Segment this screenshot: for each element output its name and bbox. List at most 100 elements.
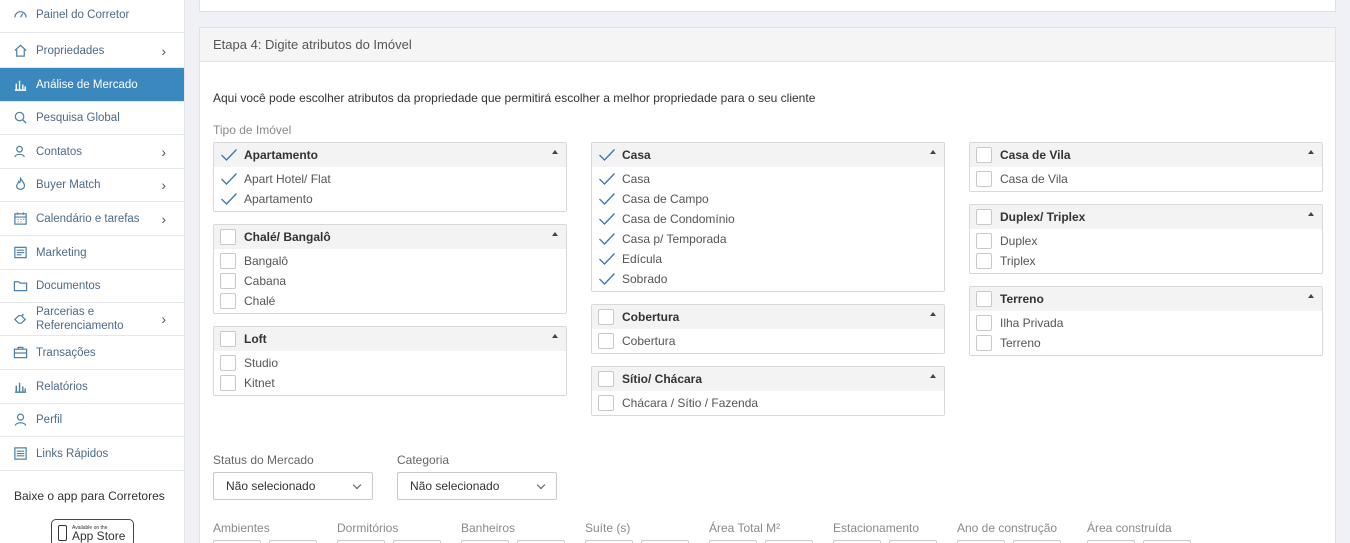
checkmark-icon[interactable] bbox=[598, 211, 616, 227]
option-label: Ilha Privada bbox=[1000, 316, 1064, 330]
sidebar-item-pesquisa-global[interactable]: Pesquisa Global bbox=[0, 101, 184, 135]
checkbox[interactable] bbox=[976, 315, 992, 331]
checkbox[interactable] bbox=[598, 333, 614, 349]
checkbox[interactable] bbox=[976, 335, 992, 351]
checkbox[interactable] bbox=[976, 147, 992, 163]
sidebar-item-parcerias-e-referenciamento[interactable]: Parcerias e Referenciamento › bbox=[0, 302, 184, 336]
caret-up-icon[interactable] bbox=[930, 312, 936, 316]
checkbox[interactable] bbox=[220, 253, 236, 269]
step-intro: Aqui você pode escolher atributos da pro… bbox=[213, 91, 816, 105]
checkbox[interactable] bbox=[220, 293, 236, 309]
option-item[interactable]: Casa de Campo bbox=[592, 189, 944, 209]
sidebar-item-relatorios[interactable]: Relatórios bbox=[0, 370, 184, 404]
checkbox[interactable] bbox=[220, 355, 236, 371]
checkmark-icon[interactable] bbox=[220, 171, 238, 187]
checkmark-icon[interactable] bbox=[220, 191, 238, 207]
caret-up-icon[interactable] bbox=[1308, 212, 1314, 216]
category-header[interactable]: Duplex/ Triplex bbox=[970, 205, 1322, 229]
sidebar-item-documentos[interactable]: Documentos bbox=[0, 269, 184, 303]
sidebar-item-label: Links Rápidos bbox=[36, 447, 109, 460]
checkbox[interactable] bbox=[976, 171, 992, 187]
option-item[interactable]: Terreno bbox=[970, 333, 1322, 353]
checkbox[interactable] bbox=[976, 291, 992, 307]
option-item[interactable]: Kitnet bbox=[214, 373, 566, 393]
category-header[interactable]: Loft bbox=[214, 327, 566, 351]
option-item[interactable]: Edícula bbox=[592, 249, 944, 269]
checkmark-icon[interactable] bbox=[598, 251, 616, 267]
checkmark-icon[interactable] bbox=[598, 147, 616, 163]
caret-up-icon[interactable] bbox=[930, 374, 936, 378]
caret-up-icon[interactable] bbox=[552, 150, 558, 154]
option-item[interactable]: Casa de Condomínio bbox=[592, 209, 944, 229]
sidebar-item-label: Buyer Match bbox=[36, 178, 101, 191]
option-label: Casa bbox=[622, 172, 651, 186]
checkmark-icon[interactable] bbox=[220, 147, 238, 163]
checkbox[interactable] bbox=[220, 375, 236, 391]
checkbox[interactable] bbox=[220, 229, 236, 245]
option-item[interactable]: Sobrado bbox=[592, 269, 944, 289]
option-item[interactable]: Ilha Privada bbox=[970, 313, 1322, 333]
sidebar-item-label: Propriedades bbox=[36, 44, 105, 57]
status-select[interactable]: Não selecionado bbox=[213, 472, 373, 500]
caret-up-icon[interactable] bbox=[552, 334, 558, 338]
checkbox[interactable] bbox=[598, 395, 614, 411]
category-header[interactable]: Cobertura bbox=[592, 305, 944, 329]
caret-up-icon[interactable] bbox=[1308, 294, 1314, 298]
checkbox[interactable] bbox=[598, 371, 614, 387]
caret-up-icon[interactable] bbox=[930, 150, 936, 154]
sidebar-item-calendario-e-tarefas[interactable]: Calendário e tarefas › bbox=[0, 202, 184, 236]
category-header[interactable]: Casa de Vila bbox=[970, 143, 1322, 167]
option-item[interactable]: Chácara / Sítio / Fazenda bbox=[592, 393, 944, 413]
option-item[interactable]: Casa bbox=[592, 169, 944, 189]
app-store-badge[interactable]: Available on the App Store bbox=[51, 519, 134, 543]
option-item[interactable]: Chalé bbox=[214, 291, 566, 311]
checkmark-icon[interactable] bbox=[598, 191, 616, 207]
option-item[interactable]: Apart Hotel/ Flat bbox=[214, 169, 566, 189]
checkmark-icon[interactable] bbox=[598, 271, 616, 287]
checkbox[interactable] bbox=[976, 209, 992, 225]
option-label: Terreno bbox=[1000, 336, 1041, 350]
sidebar-item-painel-do-corretor[interactable]: Painel do Corretor bbox=[0, 0, 184, 33]
option-item[interactable]: Studio bbox=[214, 353, 566, 373]
checkbox[interactable] bbox=[598, 309, 614, 325]
category-header[interactable]: Terreno bbox=[970, 287, 1322, 311]
chevron-down-icon bbox=[352, 480, 362, 490]
sidebar-item-analise-de-mercado[interactable]: Análise de Mercado bbox=[0, 68, 184, 102]
option-item[interactable]: Casa de Vila bbox=[970, 169, 1322, 189]
caret-up-icon[interactable] bbox=[1308, 150, 1314, 154]
sidebar-item-transacoes[interactable]: Transações bbox=[0, 336, 184, 370]
sidebar-item-buyer-match[interactable]: Buyer Match › bbox=[0, 168, 184, 202]
home-icon bbox=[12, 43, 28, 59]
option-item[interactable]: Apartamento bbox=[214, 189, 566, 209]
checkbox[interactable] bbox=[220, 331, 236, 347]
sidebar-item-links-rapidos[interactable]: Links Rápidos bbox=[0, 437, 184, 471]
category-sitio: Sítio/ Chácara Chácara / Sítio / Fazenda bbox=[591, 366, 945, 416]
caret-up-icon[interactable] bbox=[552, 232, 558, 236]
checkbox[interactable] bbox=[976, 253, 992, 269]
range-label: Suíte (s) bbox=[585, 521, 631, 535]
categoria-label: Categoria bbox=[397, 453, 450, 467]
option-item[interactable]: Triplex bbox=[970, 251, 1322, 271]
option-label: Sobrado bbox=[622, 272, 668, 286]
option-item[interactable]: Cabana bbox=[214, 271, 566, 291]
checkbox[interactable] bbox=[976, 233, 992, 249]
option-item[interactable]: Cobertura bbox=[592, 331, 944, 351]
checkmark-icon[interactable] bbox=[598, 171, 616, 187]
category-header[interactable]: Apartamento bbox=[214, 143, 566, 167]
category-header[interactable]: Chalé/ Bangalô bbox=[214, 225, 566, 249]
option-item[interactable]: Duplex bbox=[970, 231, 1322, 251]
sidebar-item-contatos[interactable]: Contatos › bbox=[0, 135, 184, 169]
sidebar-item-marketing[interactable]: Marketing bbox=[0, 236, 184, 270]
sidebar-item-propriedades[interactable]: Propriedades › bbox=[0, 34, 184, 68]
category-header[interactable]: Casa bbox=[592, 143, 944, 167]
sidebar-item-perfil[interactable]: Perfil bbox=[0, 403, 184, 437]
checkmark-icon[interactable] bbox=[598, 231, 616, 247]
checkbox[interactable] bbox=[220, 273, 236, 289]
option-label: Cabana bbox=[244, 274, 287, 288]
option-item[interactable]: Casa p/ Temporada bbox=[592, 229, 944, 249]
categoria-select[interactable]: Não selecionado bbox=[397, 472, 557, 500]
option-label: Apartamento bbox=[244, 192, 313, 206]
option-label: Casa de Vila bbox=[1000, 172, 1068, 186]
option-item[interactable]: Bangalô bbox=[214, 251, 566, 271]
category-header[interactable]: Sítio/ Chácara bbox=[592, 367, 944, 391]
